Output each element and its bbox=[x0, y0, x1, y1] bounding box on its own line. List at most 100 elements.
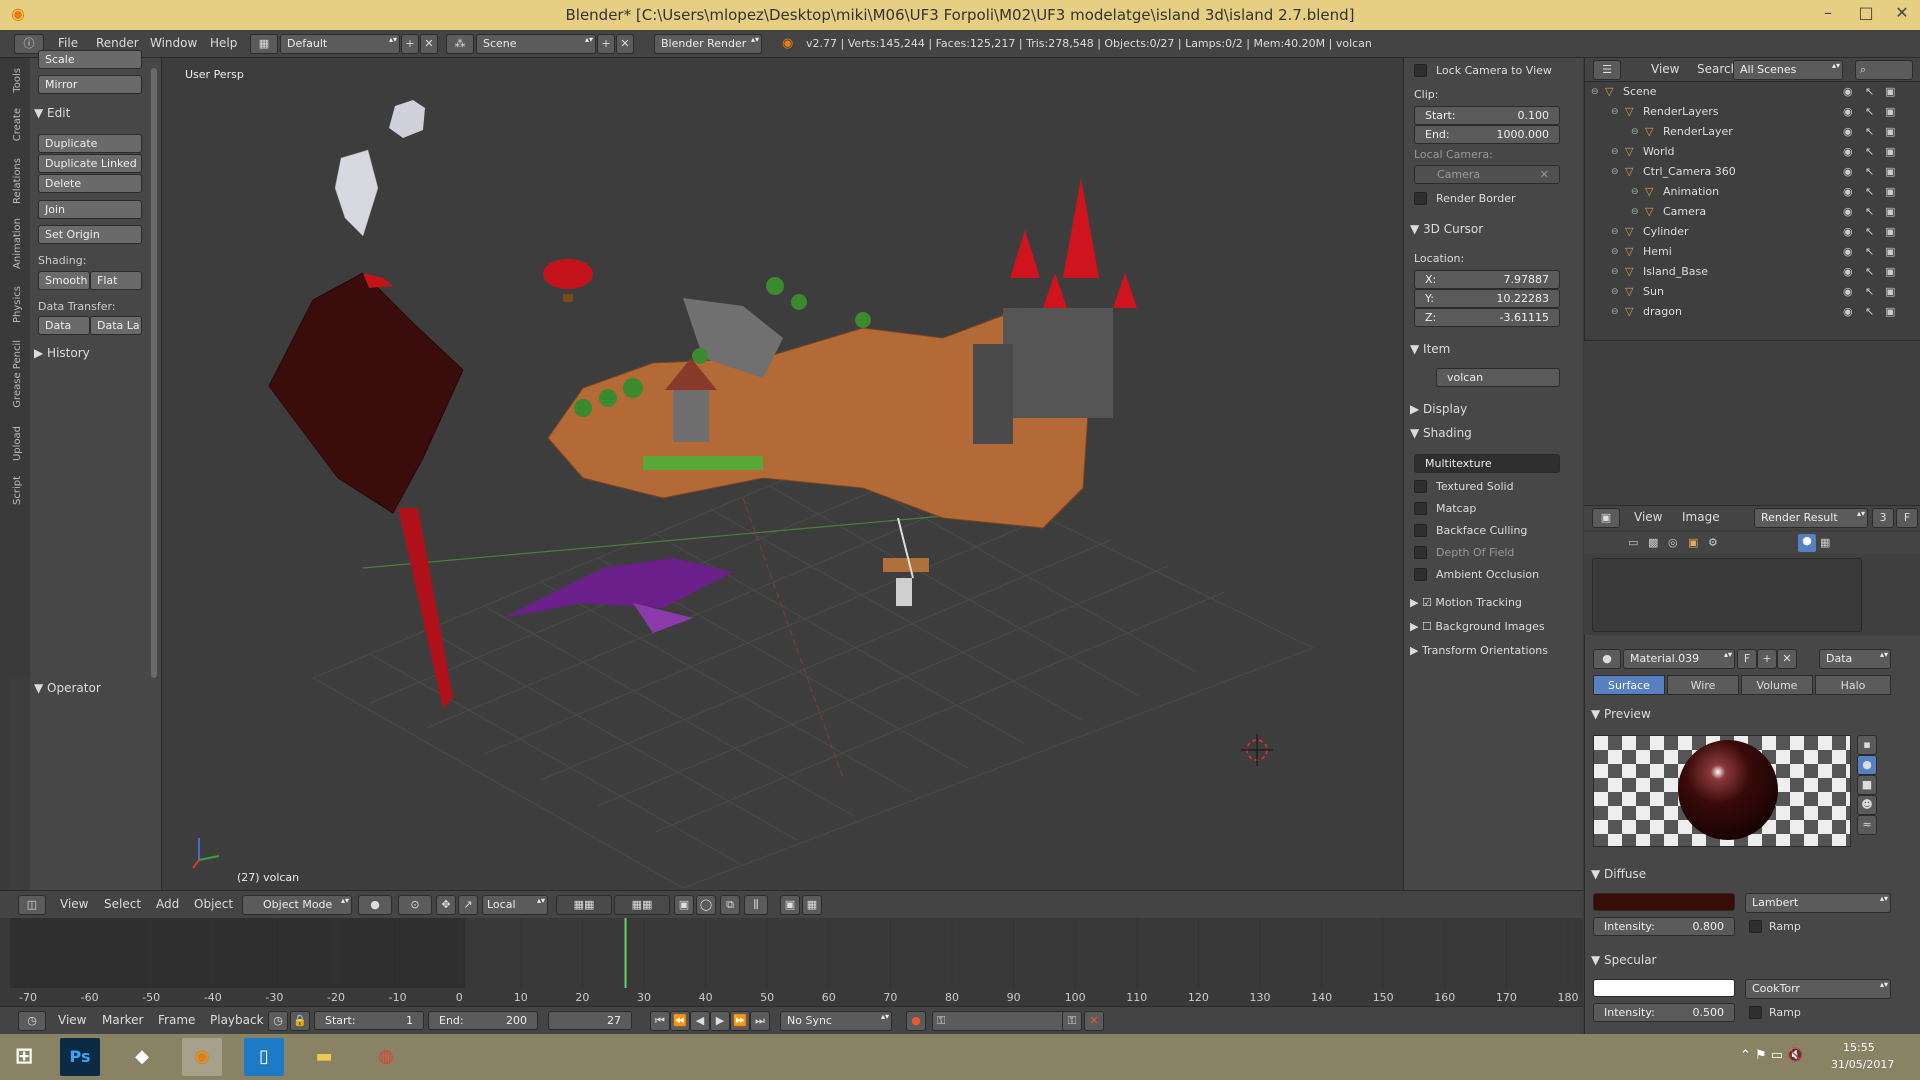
object-mode-dropdown[interactable]: Object Mode bbox=[242, 895, 352, 915]
timeline-frame-menu[interactable]: Frame bbox=[158, 1013, 195, 1027]
timeline-editor-icon[interactable]: ◷ bbox=[18, 1011, 46, 1031]
visibility-eye-icon[interactable]: ◉ bbox=[1843, 302, 1853, 322]
scene-tab-icon[interactable]: ▩ bbox=[1648, 536, 1658, 549]
expand-arrow-icon[interactable]: ⊖ bbox=[1631, 182, 1639, 202]
tab-volume[interactable]: Volume bbox=[1741, 675, 1813, 695]
expand-arrow-icon[interactable]: ⊖ bbox=[1591, 82, 1599, 102]
snap-icon[interactable]: ⧉ bbox=[720, 895, 740, 915]
selectable-arrow-icon[interactable]: ↖ bbox=[1865, 202, 1874, 222]
specular-header[interactable]: ▼ Specular bbox=[1591, 953, 1657, 967]
lock-layers-icon[interactable]: ▣ bbox=[674, 895, 694, 915]
selectable-arrow-icon[interactable]: ↖ bbox=[1865, 82, 1874, 102]
selectable-arrow-icon[interactable]: ↖ bbox=[1865, 242, 1874, 262]
proportional-edit-icon[interactable]: ◯ bbox=[696, 895, 716, 915]
visibility-eye-icon[interactable]: ◉ bbox=[1843, 282, 1853, 302]
render-tab-icon[interactable]: ▭ bbox=[1628, 536, 1638, 549]
item-header[interactable]: ▼ Item bbox=[1410, 342, 1450, 356]
local-camera-field[interactable]: Camera ✕ bbox=[1414, 165, 1560, 184]
selectable-arrow-icon[interactable]: ↖ bbox=[1865, 162, 1874, 182]
render-slot-field[interactable]: 3 bbox=[1872, 508, 1894, 528]
taskbar-app-notes-icon[interactable]: ▯ bbox=[244, 1038, 284, 1076]
join-button[interactable]: Join bbox=[38, 200, 142, 219]
specular-ramp-checkbox[interactable] bbox=[1749, 1006, 1762, 1019]
keying-set-icon[interactable]: ⚿ bbox=[932, 1011, 1068, 1031]
selectable-arrow-icon[interactable]: ↖ bbox=[1865, 222, 1874, 242]
timeline-playback-menu[interactable]: Playback bbox=[210, 1013, 264, 1027]
specular-intensity-field[interactable]: Intensity: 0.500 bbox=[1593, 1003, 1735, 1022]
renderable-camera-icon[interactable]: ▣ bbox=[1885, 82, 1895, 102]
jump-end-icon[interactable]: ⏭ bbox=[750, 1011, 770, 1031]
renderable-camera-icon[interactable]: ▣ bbox=[1885, 142, 1895, 162]
tab-wire[interactable]: Wire bbox=[1667, 675, 1739, 695]
diffuse-intensity-field[interactable]: Intensity: 0.800 bbox=[1593, 917, 1735, 936]
tab-create[interactable]: Create bbox=[12, 108, 28, 141]
opengl-render-icon[interactable]: ▣ bbox=[780, 895, 800, 915]
outliner-item-hemi[interactable]: ⊖ ▽ Hemi ◉ ↖ ▣ bbox=[1585, 242, 1920, 262]
renderable-camera-icon[interactable]: ▣ bbox=[1885, 282, 1895, 302]
taskbar-app-explorer-icon[interactable]: ▬ bbox=[304, 1038, 344, 1076]
toolshelf-scrollbar[interactable] bbox=[151, 68, 157, 678]
expand-arrow-icon[interactable]: ⊖ bbox=[1611, 242, 1619, 262]
current-frame-field[interactable]: 27 bbox=[548, 1011, 632, 1030]
smooth-button[interactable]: Smooth bbox=[38, 271, 90, 290]
renderable-camera-icon[interactable]: ▣ bbox=[1885, 102, 1895, 122]
opengl-render-anim-icon[interactable]: ▦ bbox=[802, 895, 822, 915]
transform-orientation-dropdown[interactable]: Local bbox=[482, 895, 548, 915]
outliner-item-sun[interactable]: ⊖ ▽ Sun ◉ ↖ ▣ bbox=[1585, 282, 1920, 302]
sync-dropdown[interactable]: No Sync bbox=[780, 1011, 892, 1031]
clear-camera-icon[interactable]: ✕ bbox=[1540, 166, 1549, 183]
diffuse-ramp-checkbox[interactable] bbox=[1749, 920, 1762, 933]
expand-arrow-icon[interactable]: ⊖ bbox=[1631, 122, 1639, 142]
outliner-item-cylinder[interactable]: ⊖ ▽ Cylinder ◉ ↖ ▣ bbox=[1585, 222, 1920, 242]
insert-keyframe-icon[interactable]: ⚿ bbox=[1062, 1011, 1082, 1031]
visibility-eye-icon[interactable]: ◉ bbox=[1843, 122, 1853, 142]
preview-cube-icon[interactable]: ■ bbox=[1857, 775, 1877, 795]
render-border-checkbox[interactable] bbox=[1414, 192, 1427, 205]
start-frame-field[interactable]: Start: 1 bbox=[314, 1011, 424, 1030]
image-menu[interactable]: Image bbox=[1682, 510, 1720, 524]
lock-camera-checkbox[interactable] bbox=[1414, 64, 1427, 77]
outliner-item-ctrl-camera-360[interactable]: ⊖ ▽ Ctrl_Camera 360 ◉ ↖ ▣ bbox=[1585, 162, 1920, 182]
clip-start-field[interactable]: Start: 0.100 bbox=[1414, 106, 1560, 125]
taskbar-app-photoshop[interactable]: Ps bbox=[60, 1038, 100, 1076]
selectable-arrow-icon[interactable]: ↖ bbox=[1865, 302, 1874, 322]
selectable-arrow-icon[interactable]: ↖ bbox=[1865, 282, 1874, 302]
material-tab-icon[interactable]: ● bbox=[1798, 534, 1816, 552]
material-browse-icon[interactable]: ● bbox=[1593, 649, 1621, 669]
material-name-field[interactable]: Material.039 bbox=[1623, 649, 1735, 669]
preview-header[interactable]: ▼ Preview bbox=[1591, 707, 1651, 721]
tab-halo[interactable]: Halo bbox=[1815, 675, 1891, 695]
play-icon[interactable]: ▶ bbox=[710, 1011, 730, 1031]
taskbar-app-chrome-icon[interactable]: ◍ bbox=[366, 1038, 406, 1076]
outliner-item-island-base[interactable]: ⊖ ▽ Island_Base ◉ ↖ ▣ bbox=[1585, 262, 1920, 282]
shading-mode-dropdown[interactable]: Multitexture bbox=[1414, 454, 1560, 473]
outliner-item-world[interactable]: ⊖ ▽ World ◉ ↖ ▣ bbox=[1585, 142, 1920, 162]
expand-arrow-icon[interactable]: ⊖ bbox=[1611, 162, 1619, 182]
3d-viewport[interactable]: User Persp (27) volcan bbox=[163, 58, 1403, 890]
outliner-item-renderlayer[interactable]: ⊖ ▽ RenderLayer ◉ ↖ ▣ bbox=[1585, 122, 1920, 142]
expand-arrow-icon[interactable]: ⊖ bbox=[1611, 282, 1619, 302]
duplicate-button[interactable]: Duplicate bbox=[38, 134, 142, 153]
preview-hair-icon[interactable]: ≈ bbox=[1857, 815, 1877, 835]
expand-arrow-icon[interactable]: ⊖ bbox=[1611, 222, 1619, 242]
outliner-item-dragon[interactable]: ⊖ ▽ dragon ◉ ↖ ▣ bbox=[1585, 302, 1920, 322]
scene-add-icon[interactable]: + bbox=[597, 34, 615, 54]
render-result-dropdown[interactable]: Render Result bbox=[1754, 508, 1868, 528]
layout-grid-icon[interactable]: ▦ bbox=[250, 34, 278, 54]
specular-shader-dropdown[interactable]: CookTorr bbox=[1745, 979, 1891, 999]
3d-cursor-header[interactable]: ▼ 3D Cursor bbox=[1410, 222, 1483, 236]
timeline-marker-menu[interactable]: Marker bbox=[102, 1013, 143, 1027]
data-button[interactable]: Data bbox=[38, 316, 90, 335]
expand-arrow-icon[interactable]: ⊖ bbox=[1611, 102, 1619, 122]
diffuse-header[interactable]: ▼ Diffuse bbox=[1591, 867, 1646, 881]
renderable-camera-icon[interactable]: ▣ bbox=[1885, 262, 1895, 282]
expand-arrow-icon[interactable]: ⊖ bbox=[1611, 142, 1619, 162]
set-origin-dropdown[interactable]: Set Origin bbox=[38, 225, 142, 244]
render-engine-dropdown[interactable]: Blender Render bbox=[654, 34, 762, 54]
clip-end-field[interactable]: End: 1000.000 bbox=[1414, 125, 1560, 144]
backface-culling-checkbox[interactable] bbox=[1414, 524, 1427, 537]
scene-remove-icon[interactable]: ✕ bbox=[616, 34, 634, 54]
outliner-item-animation[interactable]: ⊖ ▽ Animation ◉ ↖ ▣ bbox=[1585, 182, 1920, 202]
scene-icon[interactable]: ⁂ bbox=[446, 34, 474, 54]
textured-solid-checkbox[interactable] bbox=[1414, 480, 1427, 493]
